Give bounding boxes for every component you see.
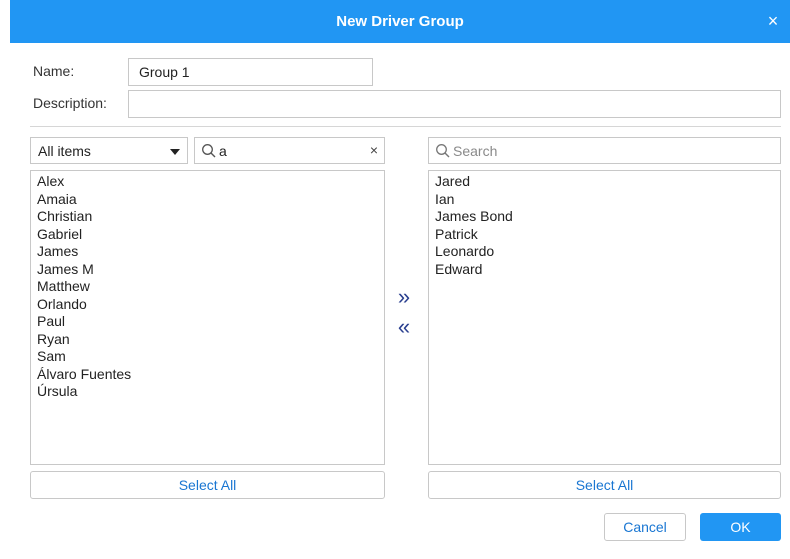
search-icon bbox=[436, 144, 450, 158]
list-item[interactable]: Patrick bbox=[435, 226, 780, 244]
list-item[interactable]: Matthew bbox=[37, 278, 384, 296]
list-item[interactable]: Paul bbox=[37, 313, 384, 331]
list-item[interactable]: Christian bbox=[37, 208, 384, 226]
list-item[interactable]: Ryan bbox=[37, 331, 384, 349]
close-icon[interactable]: × bbox=[764, 12, 782, 30]
list-item[interactable]: Gabriel bbox=[37, 226, 384, 244]
list-item[interactable]: James Bond bbox=[435, 208, 780, 226]
group-members-list[interactable]: Jared Ian James Bond Patrick Leonardo Edward bbox=[428, 170, 781, 465]
list-item[interactable]: Ian bbox=[435, 191, 780, 209]
left-search-box[interactable]: × bbox=[194, 137, 385, 164]
filter-select[interactable]: All items bbox=[30, 137, 188, 164]
description-input[interactable] bbox=[128, 90, 781, 118]
description-label: Description: bbox=[33, 95, 107, 111]
available-drivers-list[interactable]: Alex Amaia Christian Gabriel James James M Mat… bbox=[30, 170, 385, 465]
list-item[interactable]: Edward bbox=[435, 261, 780, 279]
list-item[interactable]: Jared bbox=[435, 173, 780, 191]
list-item[interactable]: Orlando bbox=[37, 296, 384, 314]
list-item[interactable]: Úrsula bbox=[37, 383, 384, 401]
right-search-input[interactable] bbox=[453, 141, 753, 160]
name-label: Name: bbox=[33, 63, 75, 79]
clear-icon[interactable]: × bbox=[370, 142, 378, 158]
dialog-title: New Driver Group bbox=[336, 13, 464, 30]
filter-select-value: All items bbox=[38, 143, 91, 159]
cancel-button[interactable]: Cancel bbox=[604, 513, 686, 541]
list-item[interactable]: Amaia bbox=[37, 191, 384, 209]
divider bbox=[30, 126, 781, 127]
list-item[interactable]: James M bbox=[37, 261, 384, 279]
name-input[interactable] bbox=[128, 58, 373, 86]
dialog-titlebar: New Driver Group × bbox=[10, 0, 790, 43]
search-icon bbox=[202, 144, 216, 158]
left-search-input[interactable] bbox=[219, 141, 359, 160]
ok-button[interactable]: OK bbox=[700, 513, 781, 541]
list-item[interactable]: James bbox=[37, 243, 384, 261]
left-select-all-button[interactable]: Select All bbox=[30, 471, 385, 499]
list-item[interactable]: Alex bbox=[37, 173, 384, 191]
new-driver-group-dialog: New Driver Group × Name: Description: Al… bbox=[0, 0, 790, 559]
add-selected-button[interactable]: » bbox=[394, 286, 414, 308]
chevron-down-icon bbox=[170, 149, 180, 155]
remove-selected-button[interactable]: « bbox=[394, 316, 414, 338]
right-select-all-button[interactable]: Select All bbox=[428, 471, 781, 499]
list-item[interactable]: Leonardo bbox=[435, 243, 780, 261]
list-item[interactable]: Sam bbox=[37, 348, 384, 366]
right-search-box[interactable] bbox=[428, 137, 781, 164]
list-item[interactable]: Álvaro Fuentes bbox=[37, 366, 384, 384]
